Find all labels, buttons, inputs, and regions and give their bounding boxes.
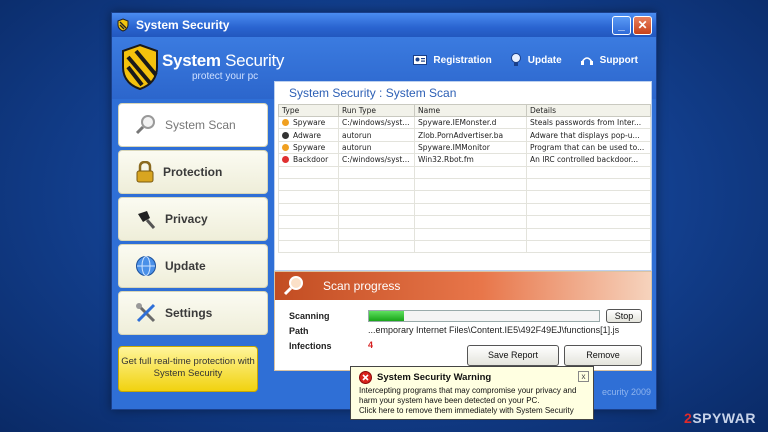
threat-icon (282, 156, 289, 164)
update-link[interactable]: Update (510, 53, 562, 67)
globe-icon (136, 256, 156, 276)
cell-run-type: autorun (338, 128, 415, 142)
table-row-empty (278, 239, 651, 254)
infections-count: 4 (368, 340, 374, 350)
get-protection-button[interactable]: Get full real-time protection with Syste… (118, 346, 258, 392)
scan-progress-panel: Scan progress Scanning Stop Path ...empo… (274, 271, 652, 371)
table-row-empty (278, 165, 651, 179)
support-link[interactable]: Support (580, 53, 638, 67)
cell-run-type: C:/windows/syst... (338, 115, 415, 130)
shield-icon (117, 18, 129, 32)
table-row[interactable]: Backdoor C:/windows/syst... Win32.Rbot.fm A… (278, 153, 651, 167)
cell-run-type: autorun (338, 140, 415, 155)
cell-type: Spyware (278, 140, 339, 155)
table-row[interactable]: Adware autorun Zlob.PornAdvertiser.ba Adwar… (278, 128, 651, 142)
sidebar-item-privacy[interactable]: Privacy (118, 197, 268, 241)
sidebar-item-update[interactable]: Update (118, 244, 268, 288)
column-header-name[interactable]: Name (414, 104, 527, 117)
cell-name: Win32.Rbot.fm (414, 153, 527, 167)
magnifier-icon (135, 115, 155, 135)
warning-popup[interactable]: System Security Warning x Intercepting p… (350, 366, 594, 420)
id-card-icon (413, 55, 428, 65)
window-title: System Security (136, 18, 230, 32)
sidebar-item-system-scan[interactable]: System Scan (118, 103, 268, 147)
scan-results-panel: System Security : System Scan Type Run T… (274, 81, 652, 271)
scan-progress-header: Scan progress (275, 272, 651, 300)
scanning-label: Scanning (289, 311, 330, 321)
close-button[interactable]: ✕ (633, 15, 652, 35)
cell-name: Zlob.PornAdvertiser.ba (414, 128, 527, 142)
table-header-row: Type Run Type Name Details (278, 104, 651, 117)
page-title: System Security : System Scan (289, 86, 457, 100)
shield-logo-icon (122, 43, 158, 91)
popup-title: System Security Warning (377, 372, 492, 383)
top-links: Registration Update Support (413, 53, 638, 67)
cell-details: Program that can be used to... (526, 140, 651, 155)
path-label: Path (289, 326, 309, 336)
cell-run-type: C:/windows/syst... (338, 153, 415, 167)
update-icon (510, 53, 521, 66)
tools-icon (136, 303, 156, 323)
table-row-empty (278, 215, 651, 229)
title-bar[interactable]: System Security _ ✕ (112, 13, 656, 37)
logo-title: System Security (162, 51, 285, 70)
scan-progress-fill (369, 311, 404, 321)
stop-button[interactable]: Stop (606, 309, 642, 323)
cell-type: Adware (278, 128, 339, 142)
cell-details: An IRC controlled backdoor... (526, 153, 651, 167)
logo-subtitle: protect your pc (192, 71, 259, 82)
popup-message[interactable]: Intercepting programs that may compromis… (359, 386, 576, 416)
scan-progress-bar (368, 310, 600, 322)
path-value: ...emporary Internet Files\Content.IE5\4… (368, 325, 620, 335)
cell-type: Backdoor (278, 153, 339, 167)
table-row-empty (278, 227, 651, 241)
column-header-details[interactable]: Details (526, 104, 651, 117)
copyright-text: ecurity 2009 (602, 387, 652, 397)
threat-icon (282, 131, 289, 139)
threats-table: Type Run Type Name Details Spyware C:/win… (278, 104, 651, 254)
remove-button[interactable]: Remove (564, 345, 642, 366)
cell-type: Spyware (278, 115, 339, 130)
cell-name: Spyware.IEMonster.d (414, 115, 527, 130)
table-row[interactable]: Spyware C:/windows/syst... Spyware.IEMonst… (278, 115, 651, 130)
sidebar-item-protection[interactable]: Protection (118, 150, 268, 194)
save-report-button[interactable]: Save Report (467, 345, 559, 366)
table-row-empty (278, 190, 651, 204)
lock-icon (136, 161, 154, 183)
privacy-icon (138, 211, 156, 229)
table-row-empty (278, 202, 651, 217)
sidebar-item-settings[interactable]: Settings (118, 291, 268, 335)
sidebar: System Scan Protection Privacy Update Se… (118, 103, 268, 338)
cell-name: Spyware.IMMonitor (414, 140, 527, 155)
registration-link[interactable]: Registration (413, 53, 492, 67)
support-icon (580, 57, 593, 65)
watermark-logo: 2SPYWAR (684, 410, 756, 426)
cell-details: Adware that displays pop-u... (526, 128, 651, 142)
error-icon (359, 371, 372, 384)
threat-icon (282, 143, 289, 151)
infections-label: Infections (289, 341, 332, 351)
cell-details: Steals passwords from Inter... (526, 115, 651, 130)
scan-progress-title: Scan progress (323, 279, 401, 293)
popup-close-button[interactable]: x (578, 371, 589, 382)
table-row-empty (278, 177, 651, 192)
column-header-type[interactable]: Type (278, 104, 339, 117)
minimize-button[interactable]: _ (612, 15, 631, 35)
app-window: System Security _ ✕ System Security prot… (111, 12, 657, 410)
table-row[interactable]: Spyware autorun Spyware.IMMonitor Program t… (278, 140, 651, 155)
magnifier-icon (283, 276, 303, 296)
column-header-run-type[interactable]: Run Type (338, 104, 415, 117)
threat-icon (282, 119, 289, 127)
